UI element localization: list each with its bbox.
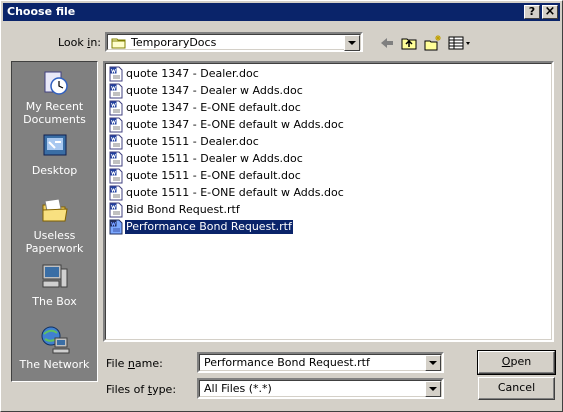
folder-icon [42, 198, 68, 222]
word-document-icon [109, 134, 123, 150]
create-new-folder-icon[interactable] [423, 34, 443, 52]
rtf-document-icon [109, 219, 123, 235]
word-document-icon [109, 151, 123, 167]
word-document-icon [109, 185, 123, 201]
file-name: quote 1511 - Dealer.doc [126, 135, 259, 148]
file-name: quote 1511 - Dealer w Adds.doc [126, 152, 303, 165]
word-document-icon [109, 168, 123, 184]
look-in-value: TemporaryDocs [131, 36, 217, 49]
word-document-icon [109, 66, 123, 82]
place-label: Useless [33, 229, 76, 242]
place-label: The Network [19, 358, 90, 371]
file-name-combo[interactable]: Performance Bond Request.rtf [197, 352, 444, 373]
file-name: quote 1347 - E-ONE default.doc [126, 101, 301, 114]
word-document-icon [109, 117, 123, 133]
file-name: Bid Bond Request.rtf [126, 203, 240, 216]
word-document-icon [109, 100, 123, 116]
close-button[interactable]: × [542, 5, 558, 19]
look-in-dropdown-button[interactable] [344, 35, 360, 51]
file-name-label: File name: [106, 357, 163, 370]
file-name: quote 1347 - E-ONE default w Adds.doc [126, 118, 344, 131]
choose-file-dialog: Choose file ? × Look in: TemporaryDocs M… [0, 0, 563, 412]
place-label: My Recent [25, 100, 84, 113]
up-one-level-icon[interactable] [400, 34, 420, 52]
files-of-type-label: Files of type: [106, 383, 177, 396]
recent-documents-icon [44, 71, 68, 95]
open-button[interactable]: Open [477, 350, 556, 375]
file-name: quote 1347 - Dealer.doc [126, 67, 259, 80]
file-type-value: All Files (*.*) [204, 382, 272, 395]
places-bar: My Recent Documents Desktop Useless Pape… [11, 61, 98, 382]
place-label: The Box [32, 295, 77, 308]
file-name-input[interactable]: Performance Bond Request.rtf [204, 356, 370, 370]
look-in-label: Look in: [58, 36, 102, 49]
word-document-icon [109, 83, 123, 99]
file-name: quote 1347 - Dealer w Adds.doc [126, 84, 303, 97]
window-title: Choose file [7, 5, 76, 18]
file-type-dropdown-button[interactable] [425, 381, 441, 397]
look-in-combo[interactable]: TemporaryDocs [105, 32, 363, 52]
cancel-button[interactable]: Cancel [478, 377, 555, 400]
help-button[interactable]: ? [524, 5, 540, 19]
rtf-document-icon [109, 202, 123, 218]
place-useless-paperwork[interactable]: Useless Paperwork [12, 195, 97, 255]
desktop-icon [43, 134, 66, 156]
place-label: Documents [23, 113, 86, 126]
back-arrow-icon[interactable] [377, 34, 397, 52]
title-bar[interactable]: Choose file ? × [3, 3, 560, 21]
folder-icon [111, 38, 126, 49]
place-my-recent-documents[interactable]: My Recent Documents [12, 66, 97, 126]
place-the-network[interactable]: The Network [12, 324, 97, 371]
place-label: Desktop [31, 164, 78, 177]
view-menu-icon[interactable] [447, 34, 473, 52]
file-name: quote 1511 - E-ONE default.doc [126, 169, 301, 182]
place-the-box[interactable]: The Box [12, 261, 97, 308]
file-type-combo[interactable]: All Files (*.*) [197, 378, 444, 399]
file-name: Performance Bond Request.rtf [124, 219, 294, 235]
place-desktop[interactable]: Desktop [12, 130, 97, 177]
network-icon [41, 326, 69, 354]
place-label: Paperwork [25, 242, 84, 255]
file-list[interactable]: quote 1347 - Dealer.doc quote 1347 - Deal… [103, 61, 554, 342]
computer-icon [42, 264, 67, 288]
file-name-dropdown-button[interactable] [425, 355, 441, 371]
file-name: quote 1511 - E-ONE default w Adds.doc [126, 186, 344, 199]
